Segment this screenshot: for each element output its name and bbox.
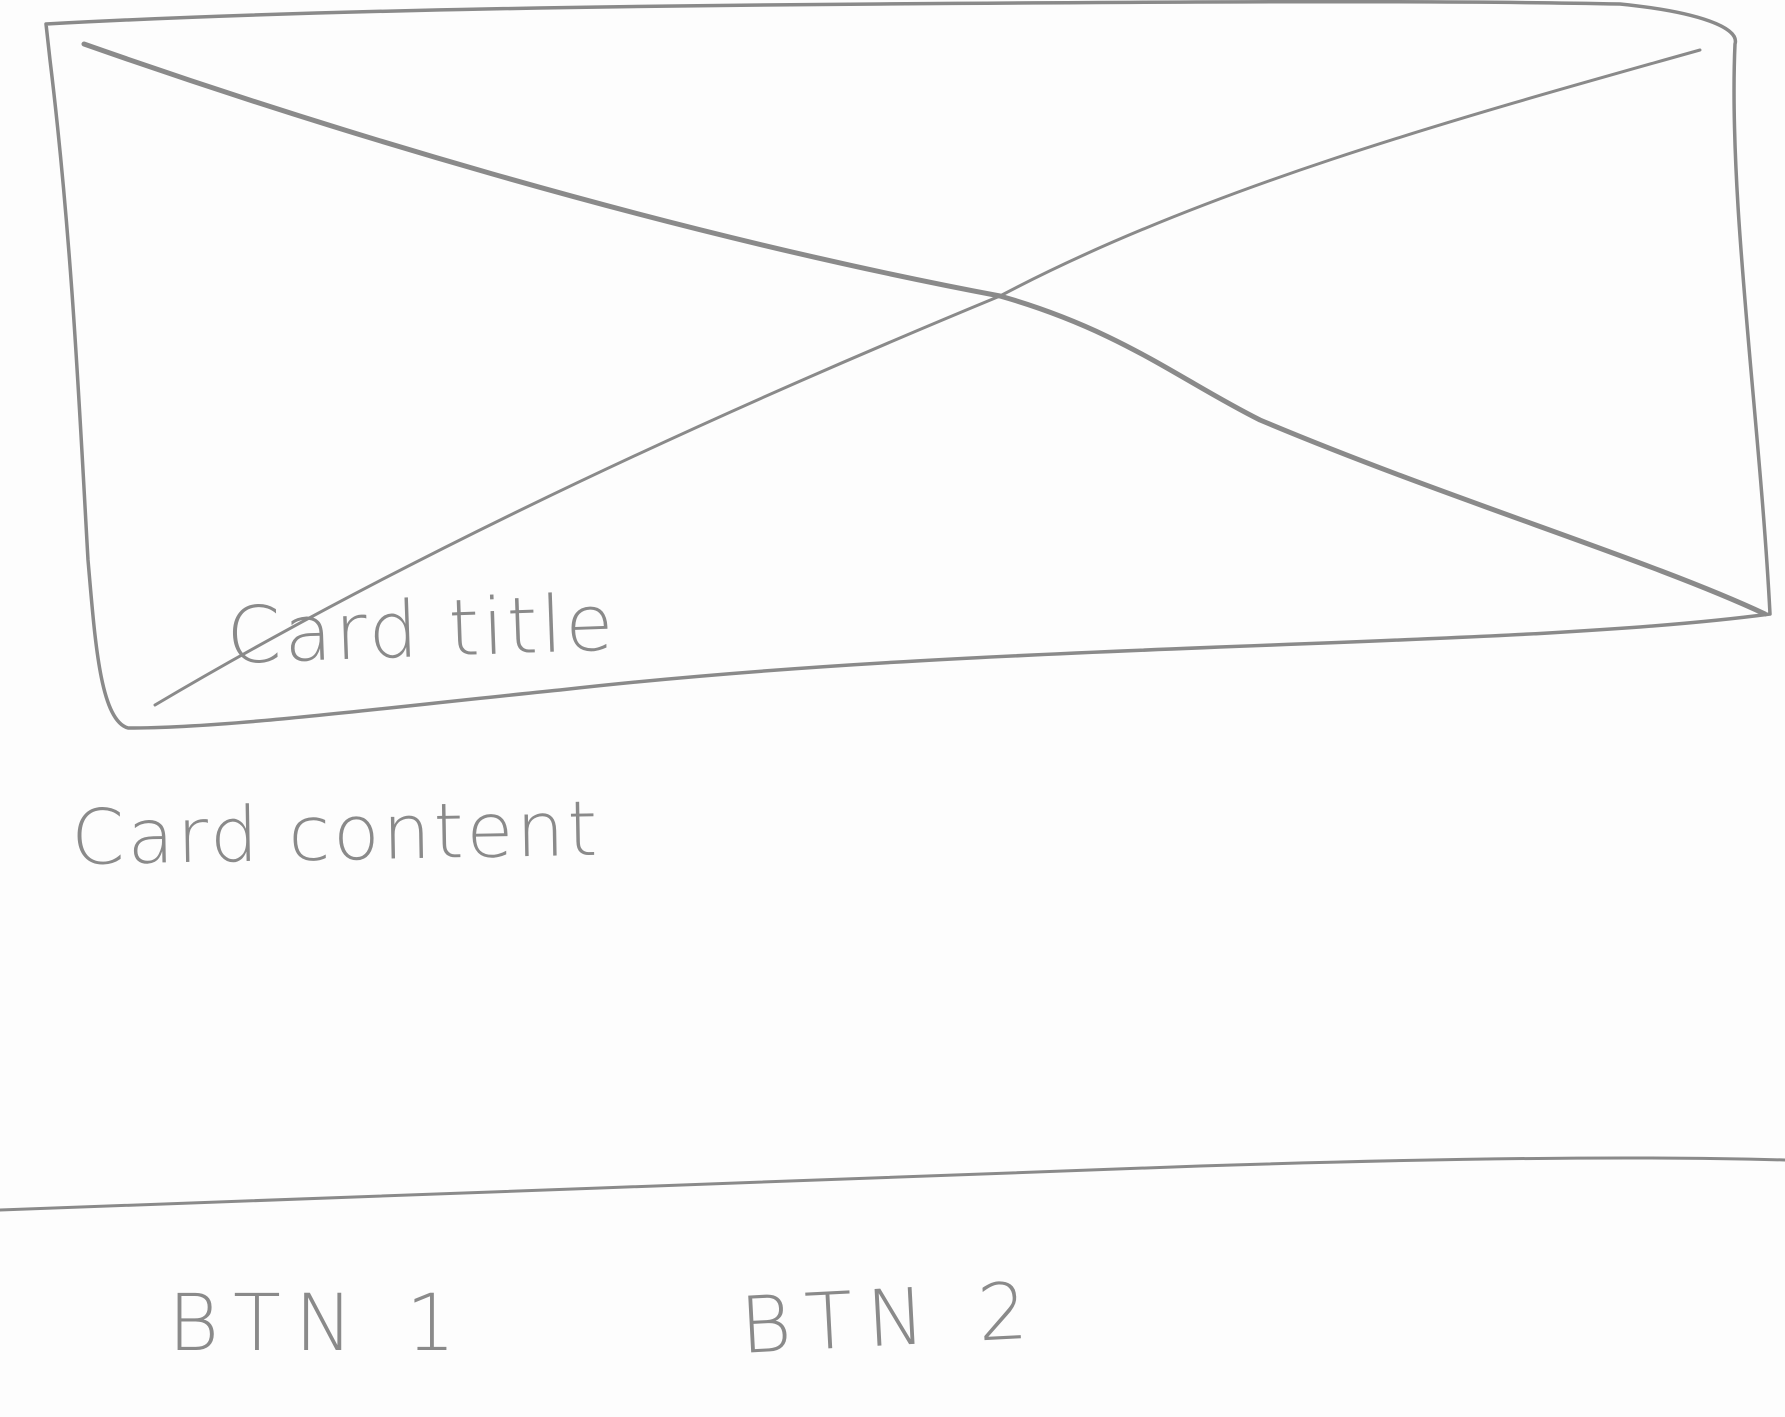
actions-divider (0, 1156, 1785, 1212)
card-sketch-lines (0, 0, 1785, 1212)
btn-2-button[interactable]: BTN 2 (738, 1266, 1044, 1372)
card-title: Card title (225, 578, 618, 682)
card-content: Card content (70, 783, 601, 882)
btn-1-button[interactable]: BTN 1 (168, 1285, 470, 1363)
